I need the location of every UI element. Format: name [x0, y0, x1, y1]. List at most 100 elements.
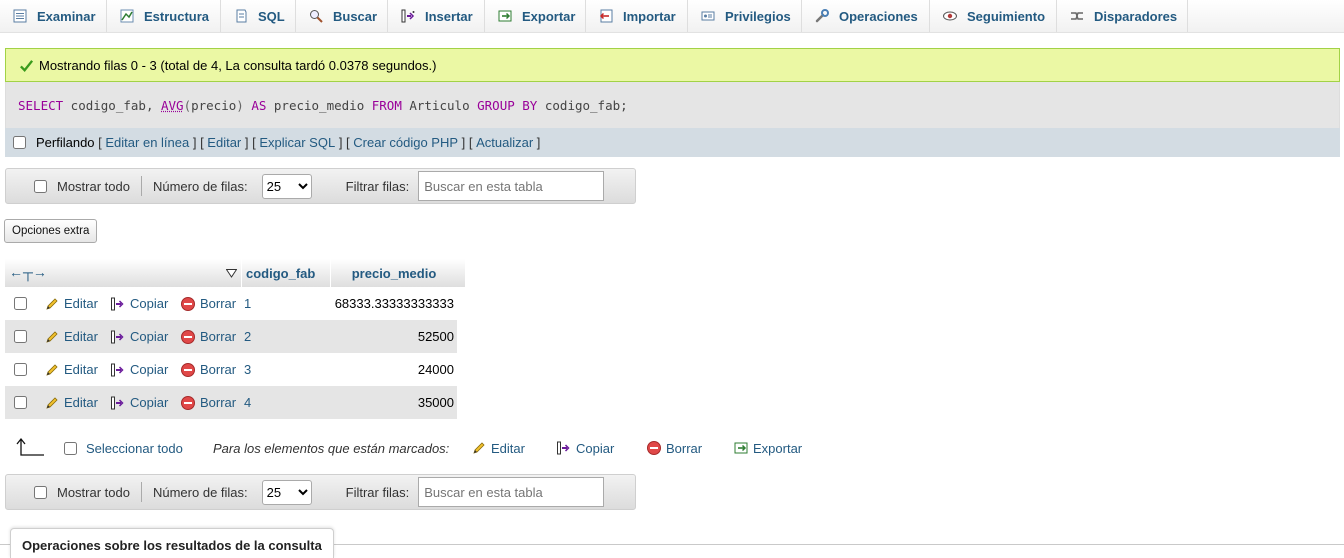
tab-insertar[interactable]: Insertar [388, 0, 485, 32]
tab-label: Examinar [37, 8, 96, 24]
row-delete-button[interactable]: Borrar [180, 287, 236, 320]
column-header-label: precio_medio [351, 265, 437, 281]
divider [140, 176, 142, 196]
cell-codigo-fab[interactable]: 3 [244, 353, 251, 386]
column-header-precio-medio[interactable]: precio_medio [330, 259, 457, 287]
row-checkbox[interactable] [14, 363, 27, 376]
show-all-checkbox[interactable] [34, 485, 47, 499]
row-delete-label: Borrar [200, 329, 237, 344]
sql-text: codigo_fab; [537, 97, 628, 113]
rows-select[interactable]: 25 [261, 479, 312, 505]
column-header-label: codigo_fab [246, 265, 316, 281]
refresh-link[interactable]: Actualizar [476, 135, 533, 150]
row-edit-label: Editar [64, 362, 98, 377]
tab-sql[interactable]: SQL [221, 0, 296, 32]
row-edit-label: Editar [64, 296, 98, 311]
query-tools-bar: Perfilando [ Editar en línea ] [ Editar … [5, 128, 1340, 157]
tab-label: Buscar [333, 8, 378, 24]
filter-label: Filtrar filas: [345, 178, 410, 194]
row-delete-button[interactable]: Borrar [180, 353, 236, 386]
tab-label: Estructura [144, 8, 210, 24]
bulk-copy-button[interactable]: Copiar [556, 436, 614, 460]
row-delete-label: Borrar [200, 362, 237, 377]
cell-precio-medio[interactable]: 35000 [418, 386, 454, 419]
row-copy-label: Copiar [130, 296, 169, 311]
edit-link[interactable]: Editar [207, 135, 241, 150]
rows-select[interactable]: 25 [261, 173, 312, 199]
row-delete-button[interactable]: Borrar [180, 386, 236, 419]
extra-options-button[interactable]: Opciones extra [4, 219, 98, 243]
bulk-delete-button[interactable]: Borrar [646, 436, 702, 460]
tab-operaciones[interactable]: Operaciones [802, 0, 930, 32]
bulk-export-button[interactable]: Exportar [733, 436, 802, 460]
tab-seguimiento[interactable]: Seguimiento [930, 0, 1057, 32]
row-checkbox[interactable] [14, 396, 27, 409]
sql-paren: ) [236, 97, 244, 113]
row-edit-button[interactable]: Editar [44, 386, 98, 419]
cell-codigo-fab[interactable]: 2 [244, 320, 251, 353]
row-copy-button[interactable]: Copiar [110, 320, 168, 353]
cell-precio-medio[interactable]: 24000 [418, 353, 454, 386]
import-icon [598, 8, 614, 24]
row-copy-label: Copiar [130, 362, 169, 377]
structure-icon [119, 8, 135, 24]
select-all-checkbox[interactable] [64, 441, 77, 455]
filter-rows-input[interactable] [418, 477, 605, 507]
cell-precio-medio[interactable]: 52500 [418, 320, 454, 353]
table-row: Editar Copiar Borrar 2 52500 [5, 320, 457, 353]
tab-estructura[interactable]: Estructura [107, 0, 221, 32]
tab-buscar[interactable]: Buscar [296, 0, 388, 32]
row-delete-button[interactable]: Borrar [180, 320, 236, 353]
check-icon [19, 58, 34, 73]
bulk-edit-button[interactable]: Editar [471, 436, 525, 460]
column-resize-arrows-icon[interactable]: ←┬→ [9, 264, 47, 280]
bulk-delete-label: Borrar [666, 440, 703, 456]
row-copy-button[interactable]: Copiar [110, 287, 168, 320]
tab-disparadores[interactable]: Disparadores [1057, 0, 1188, 32]
explain-sql-link[interactable]: Explicar SQL [259, 135, 335, 150]
bulk-export-label: Exportar [753, 440, 803, 456]
tab-examinar[interactable]: Examinar [0, 0, 107, 32]
triggers-icon [1069, 8, 1085, 24]
tab-privilegios[interactable]: Privilegios [688, 0, 802, 32]
copy-icon [110, 362, 126, 378]
row-edit-button[interactable]: Editar [44, 320, 98, 353]
sql-text: codigo_fab, [63, 97, 161, 113]
cell-precio-medio[interactable]: 68333.33333333333 [335, 287, 454, 320]
profiling-checkbox[interactable] [13, 136, 26, 149]
row-checkbox[interactable] [14, 330, 27, 343]
eye-icon [942, 8, 958, 24]
copy-icon [110, 329, 126, 345]
row-copy-button[interactable]: Copiar [110, 353, 168, 386]
column-header-codigo-fab[interactable]: codigo_fab [241, 259, 330, 287]
sort-triangle-icon[interactable] [225, 266, 238, 281]
cell-codigo-fab[interactable]: 4 [244, 386, 251, 419]
tab-exportar[interactable]: Exportar [485, 0, 586, 32]
sql-paren: ( [183, 97, 192, 113]
row-delete-label: Borrar [200, 395, 237, 410]
row-copy-button[interactable]: Copiar [110, 386, 168, 419]
sql-keyword-select: SELECT [18, 97, 64, 113]
create-php-link[interactable]: Crear código PHP [353, 135, 458, 150]
filter-rows-input[interactable] [418, 171, 605, 201]
success-message: Mostrando filas 0 - 3 (total de 4, La co… [5, 48, 1340, 82]
select-all-control[interactable]: Seleccionar todo [64, 436, 183, 460]
sql-function-avg[interactable]: AVG [161, 98, 184, 113]
row-checkbox[interactable] [14, 297, 27, 310]
tab-importar[interactable]: Importar [586, 0, 688, 32]
browse-icon [12, 8, 28, 24]
delete-icon [180, 362, 196, 378]
rows-label: Número de filas: [152, 178, 248, 194]
profiling-label: Perfilando [36, 135, 95, 150]
row-edit-button[interactable]: Editar [44, 353, 98, 386]
cell-codigo-fab[interactable]: 1 [244, 287, 251, 320]
table-row: Editar Copiar Borrar 1 68333.33333333333 [5, 287, 457, 320]
edit-inline-link[interactable]: Editar en línea [105, 135, 189, 150]
row-edit-button[interactable]: Editar [44, 287, 98, 320]
wrench-icon [814, 8, 830, 24]
rows-label: Número de filas: [152, 484, 248, 500]
select-all-label[interactable]: Seleccionar todo [86, 441, 183, 456]
copy-icon [110, 296, 126, 312]
show-all-checkbox[interactable] [34, 179, 47, 193]
table-row: Editar Copiar Borrar 4 35000 [5, 386, 457, 419]
